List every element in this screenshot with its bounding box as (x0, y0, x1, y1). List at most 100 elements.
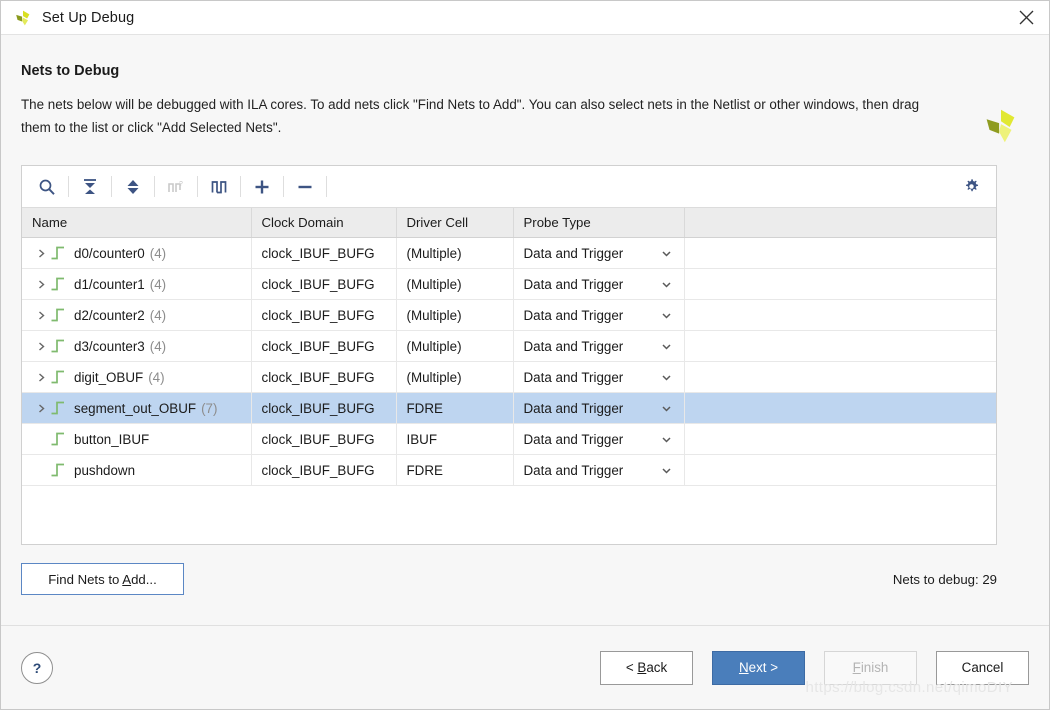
cell-name[interactable]: d2/counter2 (4) (22, 299, 252, 331)
help-button[interactable]: ? (21, 651, 53, 684)
column-header-clock-domain[interactable]: Clock Domain (251, 208, 397, 238)
chevron-down-icon[interactable] (661, 248, 672, 259)
net-child-count: (4) (148, 369, 165, 385)
chevron-right-icon[interactable] (37, 310, 46, 320)
toolbar-divider (111, 176, 112, 197)
net-name: segment_out_OBUF (74, 400, 197, 416)
chevron-down-icon[interactable] (661, 341, 672, 352)
chevron-down-icon[interactable] (661, 310, 672, 321)
chevron-right-icon[interactable] (37, 403, 46, 413)
cell-name[interactable]: button_IBUF (22, 423, 252, 455)
cell-probe-type[interactable]: Data and Trigger (513, 454, 685, 486)
net-name: digit_OBUF (74, 369, 144, 385)
cell-name[interactable]: digit_OBUF (4) (22, 361, 252, 393)
net-name: button_IBUF (74, 431, 150, 447)
cell-name[interactable]: d1/counter1 (4) (22, 268, 252, 300)
cell-probe-type[interactable]: Data and Trigger (513, 392, 685, 424)
column-header-name[interactable]: Name (22, 208, 252, 238)
table-body: d0/counter0 (4) clock_IBUF_BUFG (Multiple) D… (22, 237, 996, 486)
probe-type-value: Data and Trigger (523, 307, 624, 323)
next-label-post: ext > (748, 660, 779, 675)
cancel-button[interactable]: Cancel (936, 650, 1029, 685)
find-nets-row: Find Nets to Add... Nets to debug: 29 (21, 563, 997, 595)
probe-type-value: Data and Trigger (523, 338, 624, 354)
find-nets-accel: A (122, 571, 132, 587)
cell-clock-domain: clock_IBUF_BUFG (251, 268, 397, 300)
row-expander[interactable] (32, 279, 50, 289)
chevron-down-icon[interactable] (661, 279, 672, 290)
cell-name[interactable]: segment_out_OBUF (7) (22, 392, 252, 424)
row-expander[interactable] (32, 403, 50, 413)
toolbar-divider (240, 176, 241, 197)
net-name: d0/counter0 (74, 245, 145, 261)
next-button[interactable]: Next > (712, 650, 805, 685)
gear-icon[interactable] (956, 173, 986, 201)
cell-filler (684, 237, 996, 269)
waveform-icon[interactable] (200, 171, 238, 203)
row-expander[interactable] (32, 341, 50, 351)
table-row[interactable]: button_IBUF clock_IBUF_BUFG IBUF Data and T… (22, 423, 996, 455)
cell-probe-type[interactable]: Data and Trigger (513, 268, 685, 300)
cell-filler (684, 268, 996, 300)
cell-probe-type[interactable]: Data and Trigger (513, 299, 685, 331)
chevron-down-icon[interactable] (661, 465, 672, 476)
cell-driver-cell: (Multiple) (396, 237, 514, 269)
toolbar-divider (283, 176, 284, 197)
cell-probe-type[interactable]: Data and Trigger (513, 237, 685, 269)
search-icon[interactable] (28, 171, 66, 203)
probe-type-value: Data and Trigger (523, 369, 624, 385)
cell-name[interactable]: d0/counter0 (4) (22, 237, 252, 269)
table-row[interactable]: d1/counter1 (4) clock_IBUF_BUFG (Multiple) D… (22, 268, 996, 300)
next-accel: N (738, 660, 749, 675)
collapse-all-icon[interactable] (71, 171, 109, 203)
cell-probe-type[interactable]: Data and Trigger (513, 423, 685, 455)
finish-accel: F (852, 660, 861, 675)
cell-probe-type[interactable]: Data and Trigger (513, 330, 685, 362)
net-child-count: (4) (149, 245, 167, 261)
find-nets-to-add-button[interactable]: Find Nets to Add... (21, 563, 184, 595)
table-row[interactable]: d0/counter0 (4) clock_IBUF_BUFG (Multiple) D… (22, 237, 996, 269)
chevron-right-icon[interactable] (37, 372, 46, 382)
net-name: pushdown (74, 462, 136, 478)
minus-icon[interactable] (286, 171, 324, 203)
close-icon[interactable] (1003, 1, 1049, 34)
cell-driver-cell: (Multiple) (396, 268, 514, 300)
chevron-down-icon[interactable] (661, 434, 672, 445)
chevron-down-icon[interactable] (661, 372, 672, 383)
cell-probe-type[interactable]: Data and Trigger (513, 361, 685, 393)
net-signal-icon (51, 277, 64, 291)
net-name: d1/counter1 (74, 276, 145, 292)
row-expander[interactable] (32, 372, 50, 382)
svg-text:?: ? (179, 181, 183, 188)
table-row[interactable]: digit_OBUF (4) clock_IBUF_BUFG (Multiple) Da… (22, 361, 996, 393)
back-label-post: ack (646, 660, 668, 675)
cell-driver-cell: (Multiple) (396, 361, 514, 393)
chevron-right-icon[interactable] (37, 248, 46, 258)
column-header-driver-cell[interactable]: Driver Cell (396, 208, 514, 238)
row-expander[interactable] (32, 310, 50, 320)
finish-label-post: inish (860, 660, 889, 675)
net-child-count: (4) (149, 338, 167, 354)
expand-all-icon[interactable] (114, 171, 152, 203)
table-row[interactable]: d3/counter3 (4) clock_IBUF_BUFG (Multiple) D… (22, 330, 996, 362)
cell-clock-domain: clock_IBUF_BUFG (251, 299, 397, 331)
net-signal-icon (51, 308, 64, 322)
table-scroll-area[interactable]: Name Clock Domain Driver Cell Probe Type… (22, 208, 996, 544)
back-button[interactable]: < Back (600, 650, 693, 685)
net-signal-icon (51, 370, 64, 384)
net-name: d2/counter2 (74, 307, 145, 323)
table-row[interactable]: d2/counter2 (4) clock_IBUF_BUFG (Multiple) D… (22, 299, 996, 331)
cell-name[interactable]: d3/counter3 (4) (22, 330, 252, 362)
table-row[interactable]: pushdown clock_IBUF_BUFG FDRE Data and Trig… (22, 454, 996, 486)
chevron-right-icon[interactable] (37, 341, 46, 351)
cell-filler (684, 454, 996, 486)
chevron-down-icon[interactable] (661, 403, 672, 414)
cell-name[interactable]: pushdown (22, 454, 252, 486)
plus-icon[interactable] (243, 171, 281, 203)
row-expander[interactable] (32, 248, 50, 258)
cell-filler (684, 392, 996, 424)
chevron-right-icon[interactable] (37, 279, 46, 289)
column-header-probe-type[interactable]: Probe Type (513, 208, 685, 238)
cell-filler (684, 361, 996, 393)
table-row[interactable]: segment_out_OBUF (7) clock_IBUF_BUFG FDRE Da… (22, 392, 996, 424)
